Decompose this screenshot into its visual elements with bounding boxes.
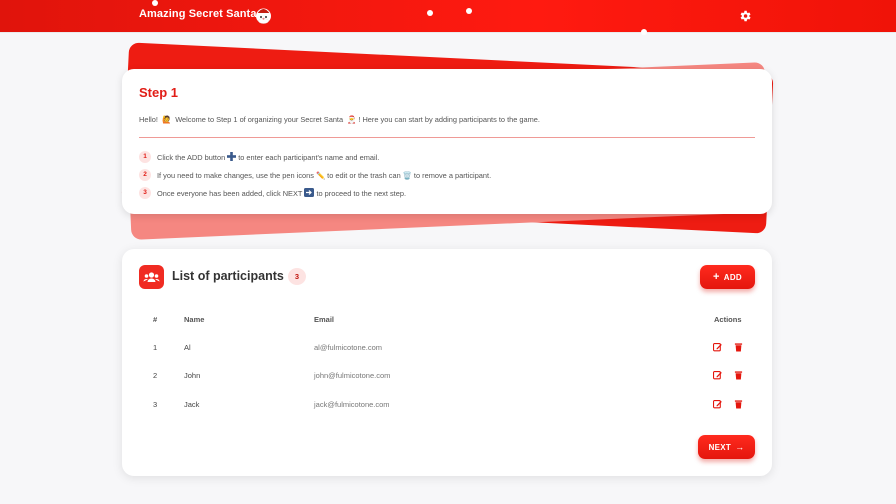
instruction-text: Once everyone has been added, click NEXT [157, 188, 303, 198]
instruction-item: 2 If you need to make changes, use the p… [139, 169, 491, 181]
participants-card: List of participants 3 + ADD # Name Emai… [122, 249, 772, 476]
participant-name: Jack [184, 400, 200, 409]
divider [139, 137, 755, 138]
column-header-email: Email [314, 315, 335, 324]
santa-icon: 🎅 [347, 115, 357, 124]
column-header-name: Name [184, 315, 205, 324]
step-card: Step 1 Hello! 🙋 Welcome to Step 1 of org… [122, 69, 772, 214]
step-number: 3 [139, 187, 151, 199]
step-title: Step 1 [139, 85, 179, 100]
plus-icon [227, 151, 237, 163]
snowflake [427, 10, 433, 16]
participant-email: john@fulmicotone.com [314, 371, 391, 380]
snowflake [641, 29, 647, 35]
add-button[interactable]: + ADD [700, 265, 755, 289]
instruction-item: 1 Click the ADD button to enter each par… [139, 151, 379, 163]
instruction-text: Click the ADD button [157, 152, 226, 162]
intro-text: Welcome to Step 1 of organizing your Sec… [173, 115, 346, 124]
step-intro: Hello! 🙋 Welcome to Step 1 of organizing… [139, 115, 540, 124]
intro-text: ! Here you can start by adding participa… [358, 115, 540, 124]
row-number: 1 [153, 343, 158, 352]
waving-person-icon: 🙋 [161, 115, 172, 124]
edit-icon[interactable] [713, 342, 722, 352]
top-bar: Amazing Secret Santa [0, 0, 896, 32]
edit-icon[interactable] [713, 370, 722, 380]
step-number: 1 [139, 151, 151, 163]
add-button-label: ADD [723, 272, 742, 282]
participants-count-badge: 3 [288, 268, 306, 285]
column-header-actions: Actions [714, 315, 742, 324]
edit-icon[interactable] [713, 399, 722, 409]
participant-name: John [184, 371, 201, 380]
arrow-right-icon: → [735, 442, 745, 452]
row-number: 3 [153, 400, 158, 409]
people-icon [139, 265, 164, 289]
step-number: 2 [139, 169, 151, 181]
app-title: Amazing Secret Santa [139, 8, 257, 20]
participant-email: al@fulmicotone.com [314, 343, 383, 352]
arrow-right-icon [304, 187, 315, 199]
instruction-text: to remove a participant. [413, 170, 492, 180]
intro-text: Hello! [139, 115, 160, 124]
next-button[interactable]: NEXT → [698, 435, 755, 459]
trash-icon[interactable] [734, 370, 743, 380]
trash-icon[interactable] [734, 399, 743, 409]
column-header-number: # [153, 315, 158, 324]
instruction-text: If you need to make changes, use the pen… [157, 170, 314, 180]
trash-icon[interactable] [734, 342, 743, 352]
instruction-text: to edit or the trash can [327, 170, 401, 180]
pencil-icon: ✏️ [315, 170, 326, 180]
participants-title: List of participants [172, 269, 284, 283]
santa-icon [256, 8, 271, 24]
next-button-label: NEXT [708, 442, 732, 452]
snowflake [152, 0, 158, 6]
snowflake [466, 8, 472, 14]
trash-icon: 🗑️ [402, 170, 412, 180]
participant-email: jack@fulmicotone.com [314, 400, 390, 409]
participant-name: Al [184, 343, 191, 352]
plus-icon: + [713, 271, 720, 283]
gear-icon[interactable] [738, 9, 752, 23]
instruction-text: to enter each participant's name and ema… [238, 152, 380, 162]
row-number: 2 [153, 371, 158, 380]
instruction-item: 3 Once everyone has been added, click NE… [139, 187, 406, 199]
instruction-text: to proceed to the next step. [316, 188, 407, 198]
